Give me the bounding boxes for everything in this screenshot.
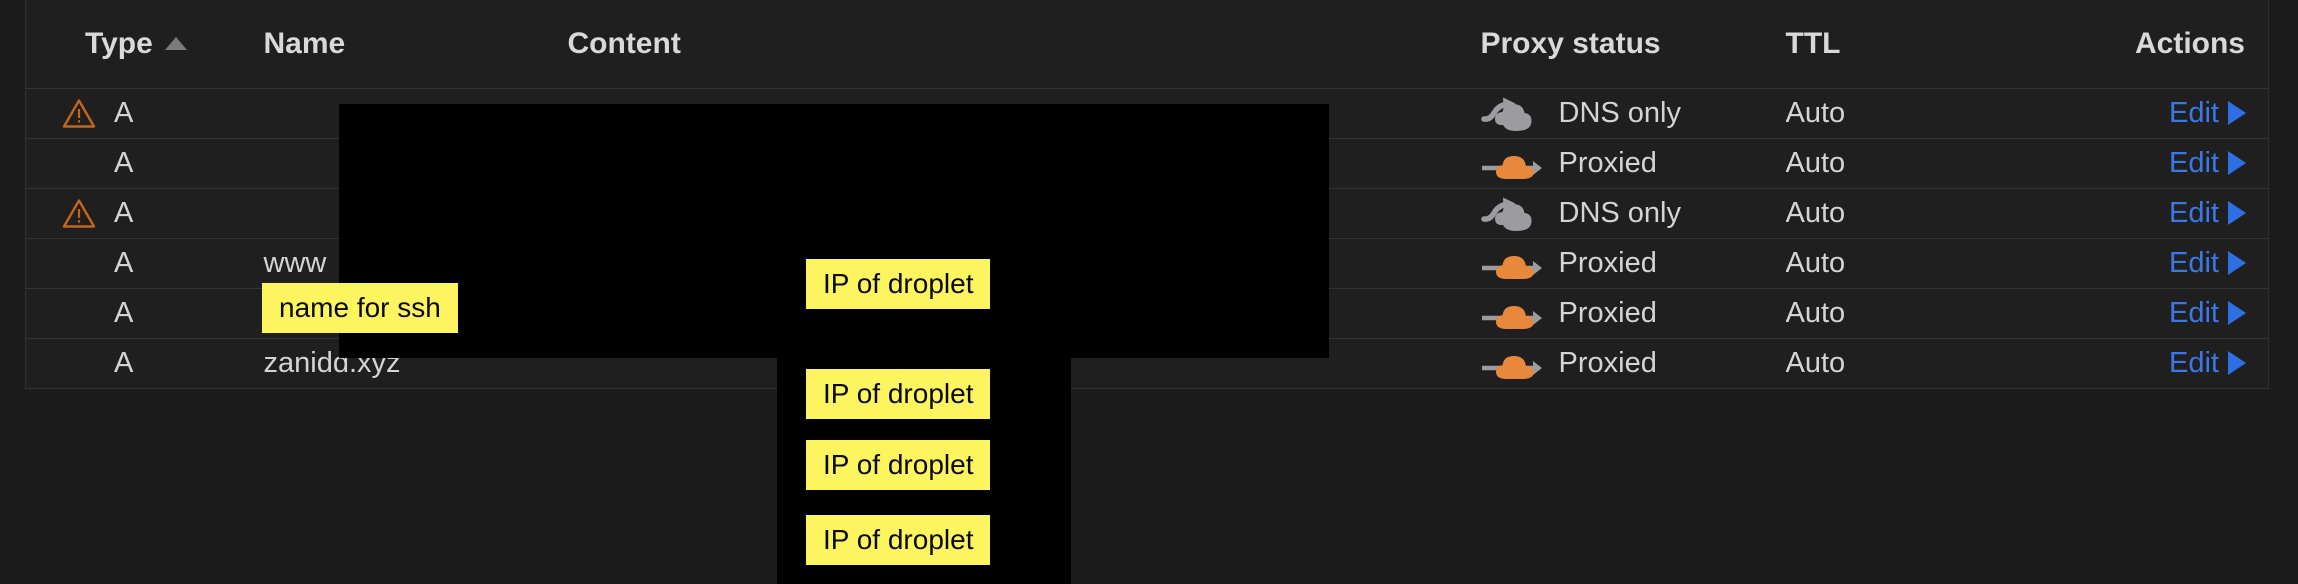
record-type-label: A [114, 296, 134, 329]
cell-ttl: Auto [1786, 238, 2031, 288]
cell-actions: Edit [2031, 188, 2269, 238]
cell-type: A [26, 338, 241, 388]
caret-right-icon [2228, 251, 2246, 275]
proxy-status-label: Proxied [1558, 246, 1657, 279]
column-header-ttl[interactable]: TTL [1785, 0, 2031, 89]
record-name-label: www [263, 246, 327, 279]
edit-link[interactable]: Edit [2169, 97, 2246, 130]
cloud-proxied-icon [1481, 343, 1543, 383]
cell-actions: Edit [2031, 88, 2269, 138]
column-header-name[interactable]: Name [240, 0, 546, 89]
cloud-proxied-icon [1481, 243, 1543, 283]
column-header-actions-label: Actions [2134, 26, 2245, 60]
caret-right-icon [2228, 201, 2246, 225]
edit-link[interactable]: Edit [2169, 197, 2246, 230]
edit-link[interactable]: Edit [2169, 297, 2246, 330]
cloud-dns-only-icon [1480, 193, 1543, 233]
edit-link-label: Edit [2169, 296, 2219, 329]
warning-slot [56, 198, 102, 229]
proxy-status-label: DNS only [1558, 196, 1682, 229]
cell-type: A [26, 188, 241, 238]
edit-link[interactable]: Edit [2169, 147, 2246, 180]
column-header-content[interactable]: Content [545, 0, 1481, 89]
annotation-name-for-ssh: name for ssh [262, 283, 458, 333]
column-header-ttl-label: TTL [1785, 26, 1841, 60]
cell-actions: Edit [2031, 138, 2269, 188]
cell-ttl: Auto [1786, 188, 2031, 238]
column-header-type[interactable]: Type [25, 0, 241, 89]
edit-link-label: Edit [2169, 346, 2219, 379]
column-header-proxy-status[interactable]: Proxy status [1480, 0, 1786, 89]
column-header-content-label: Content [567, 26, 681, 60]
table-header-row: Type Name Content Proxy status TTL Actio… [25, 0, 2269, 89]
record-type-label: A [114, 246, 134, 279]
warning-triangle-icon[interactable] [62, 198, 96, 229]
cell-proxy-status[interactable]: Proxied [1481, 138, 1786, 188]
caret-up-icon[interactable] [164, 36, 187, 50]
column-header-type-label: Type [85, 26, 153, 60]
column-header-proxy-status-label: Proxy status [1480, 26, 1661, 60]
column-header-actions: Actions [2030, 0, 2269, 89]
cloud-proxied-icon [1481, 143, 1543, 183]
annotation-ip-of-droplet-1: IP of droplet [806, 259, 991, 309]
record-type-label: A [114, 196, 134, 229]
annotation-ip-of-droplet-2: IP of droplet [806, 369, 991, 419]
column-header-name-label: Name [263, 26, 346, 60]
ttl-label: Auto [1785, 196, 1846, 229]
caret-right-icon [2228, 101, 2246, 125]
ttl-label: Auto [1785, 96, 1846, 129]
cell-type: A [26, 88, 241, 138]
redaction-box-upper [339, 104, 1329, 358]
cell-type: A [26, 138, 241, 188]
proxy-status-label: DNS only [1558, 96, 1682, 129]
cell-ttl: Auto [1786, 288, 2031, 338]
edit-link-label: Edit [2169, 196, 2219, 229]
ttl-label: Auto [1785, 296, 1846, 329]
ttl-label: Auto [1785, 346, 1846, 379]
annotation-ip-of-droplet-4: IP of droplet [806, 515, 991, 565]
caret-right-icon [2228, 301, 2246, 325]
edit-link[interactable]: Edit [2169, 247, 2246, 280]
table-header: Type Name Content Proxy status TTL Actio… [25, 0, 2269, 89]
cell-proxy-status[interactable]: Proxied [1481, 238, 1786, 288]
edit-link-label: Edit [2169, 246, 2219, 279]
warning-slot [56, 98, 102, 129]
cell-proxy-status[interactable]: Proxied [1481, 338, 1786, 388]
cell-type: A [26, 288, 241, 338]
cloud-dns-only-icon [1480, 93, 1543, 133]
cell-ttl: Auto [1786, 338, 2031, 388]
edit-link[interactable]: Edit [2169, 347, 2246, 380]
ttl-label: Auto [1785, 246, 1846, 279]
record-type-label: A [114, 146, 134, 179]
proxy-status-label: Proxied [1558, 296, 1657, 329]
caret-right-icon [2228, 351, 2246, 375]
record-type-label: A [114, 346, 134, 379]
cell-ttl: Auto [1786, 138, 2031, 188]
caret-right-icon [2228, 151, 2246, 175]
cell-actions: Edit [2031, 238, 2269, 288]
annotation-ip-of-droplet-3: IP of droplet [806, 440, 991, 490]
cloud-proxied-icon [1481, 293, 1543, 333]
dns-records-screen: Type Name Content Proxy status TTL Actio… [0, 0, 2298, 584]
warning-triangle-icon[interactable] [62, 98, 96, 129]
record-type-label: A [114, 96, 134, 129]
edit-link-label: Edit [2169, 96, 2219, 129]
cell-proxy-status[interactable]: DNS only [1480, 188, 1786, 238]
cell-ttl: Auto [1786, 88, 2031, 138]
cell-actions: Edit [2031, 288, 2269, 338]
cell-proxy-status[interactable]: DNS only [1480, 88, 1786, 138]
cell-type: A [26, 238, 241, 288]
ttl-label: Auto [1785, 146, 1846, 179]
cell-proxy-status[interactable]: Proxied [1481, 288, 1786, 338]
cell-actions: Edit [2031, 338, 2269, 388]
proxy-status-label: Proxied [1558, 346, 1657, 379]
proxy-status-label: Proxied [1558, 146, 1657, 179]
edit-link-label: Edit [2169, 146, 2219, 179]
